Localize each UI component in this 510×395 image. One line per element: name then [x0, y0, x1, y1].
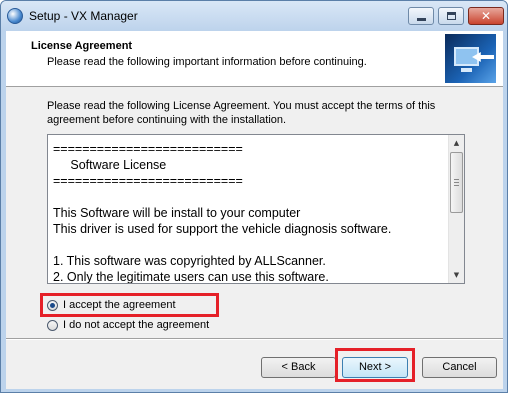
close-button[interactable]: ✕ — [468, 7, 504, 25]
monitor-stand — [461, 68, 472, 72]
back-button[interactable]: < Back — [261, 357, 336, 378]
cancel-button[interactable]: Cancel — [422, 357, 497, 378]
page-subtitle: Please read the following important info… — [47, 56, 367, 68]
decline-radio-button[interactable] — [47, 320, 58, 331]
license-line: 1. This software was copyrighted by ALLS… — [53, 254, 326, 268]
page-title: License Agreement — [31, 40, 133, 52]
license-line — [53, 237, 443, 253]
minimize-button[interactable] — [408, 7, 434, 25]
footer-divider — [6, 338, 503, 340]
decline-radio-label[interactable]: I do not accept the agreement — [63, 319, 209, 331]
license-line: This driver is used for support the vehi… — [53, 222, 392, 236]
maximize-icon — [447, 12, 456, 20]
window-title: Setup - VX Manager — [29, 9, 138, 23]
wizard-body: License Agreement Please read the follow… — [6, 31, 503, 389]
close-icon: ✕ — [480, 9, 492, 23]
license-text: ========================== Software Lice… — [53, 141, 443, 284]
license-line: Software License — [53, 158, 167, 172]
minimize-icon — [417, 18, 426, 21]
wizard-header: License Agreement Please read the follow… — [6, 31, 503, 87]
setup-computer-logo-icon — [445, 34, 496, 83]
setup-window: Setup - VX Manager ✕ License Agreement P… — [0, 0, 508, 393]
license-scrollbar[interactable]: ▲ ▼ — [448, 135, 464, 283]
license-line: This Software will be install to your co… — [53, 206, 301, 220]
license-line — [53, 189, 443, 205]
license-line: 2. Only the legitimate users can use thi… — [53, 270, 329, 284]
license-line: ========================== — [53, 174, 243, 188]
title-bar[interactable]: Setup - VX Manager ✕ — [1, 1, 507, 31]
scrollbar-thumb[interactable] — [450, 152, 463, 213]
license-text-area[interactable]: ========================== Software Lice… — [47, 134, 465, 284]
scroll-up-arrow-icon[interactable]: ▲ — [449, 135, 464, 151]
next-button-highlight — [335, 348, 415, 382]
grip-icon — [454, 179, 459, 186]
maximize-button[interactable] — [438, 7, 464, 25]
license-instructions: Please read the following License Agreem… — [47, 100, 436, 126]
scroll-down-arrow-icon[interactable]: ▼ — [449, 267, 464, 283]
license-line: ========================== — [53, 142, 243, 156]
accept-option-highlight — [40, 293, 219, 317]
setup-app-icon — [7, 8, 23, 24]
